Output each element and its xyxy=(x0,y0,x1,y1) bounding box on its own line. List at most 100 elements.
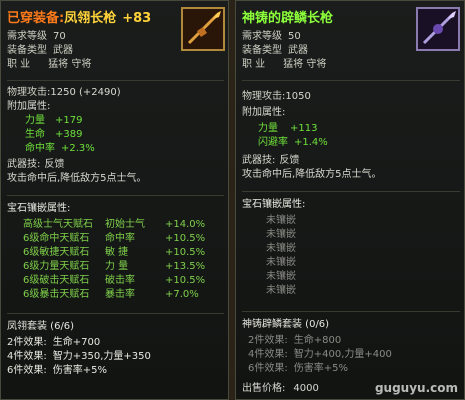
tooltip-text: 武器 xyxy=(288,45,308,56)
tooltip-row: 6件效果: 伤害率+5% xyxy=(248,363,348,375)
tooltip-row: 6级敏捷天赋石 敏 捷 +10.5% xyxy=(23,247,205,259)
tooltip-text: 力量 xyxy=(258,123,278,134)
tooltip-row: 生命 +389 xyxy=(25,129,82,141)
tooltip-text: 6级破击天赋石 xyxy=(23,275,90,286)
tooltip-text: 6级命中天赋石 xyxy=(23,233,90,244)
tooltip-text: 职 业 xyxy=(242,59,266,70)
tooltip-text: +1.4% xyxy=(294,137,328,148)
tooltip-text: 已穿装备: xyxy=(7,11,65,26)
tooltip-row: 物理攻击:1050 xyxy=(242,91,311,103)
tooltip-text: 未镶嵌 xyxy=(266,271,296,282)
tooltip-text: 4件效果: xyxy=(7,351,47,362)
tooltip-text: 未镶嵌 xyxy=(266,257,296,268)
tooltip-text: 伤害率+5% xyxy=(52,365,107,376)
tooltip-row: 武器技: 反馈 xyxy=(7,159,64,171)
tooltip-text: 出售价格: xyxy=(242,383,286,394)
tooltip-row: 职 业 猛将 守将 xyxy=(7,59,91,71)
watermark: guguyu.com xyxy=(374,381,458,395)
tooltip-text: 破击率 xyxy=(105,275,135,286)
tooltip-row: 力量 +179 xyxy=(25,115,82,127)
tooltip-text: 未镶嵌 xyxy=(266,243,296,254)
tooltip-text: 装备类型 xyxy=(242,45,282,56)
divider xyxy=(7,313,224,314)
tooltip-text: 武器技: xyxy=(7,159,41,170)
tooltip-text: 4000 xyxy=(293,383,319,394)
item-title: 已穿装备:凤翎长枪 +83 xyxy=(7,7,151,26)
equipped-item-tooltip: 已穿装备:凤翎长枪 +83 需求等级 70 装备类型 武器 职 业 猛将 守将 物理攻击… xyxy=(0,0,229,400)
tooltip-text: 攻击命中后,降低敌方5点士气。 xyxy=(7,173,147,184)
tooltip-text: 装备类型 xyxy=(7,45,47,56)
tooltip-text: 2件效果: xyxy=(7,337,47,348)
tooltip-row: 装备类型 武器 xyxy=(242,45,308,57)
tooltip-row: 物理攻击:1250 (+2490) xyxy=(7,87,121,99)
tooltip-text: 高级士气天赋石 xyxy=(23,219,93,230)
tooltip-row: 2件效果: 生命+800 xyxy=(248,335,341,347)
tooltip-text: 智力+400,力量+400 xyxy=(293,349,392,360)
tooltip-text: +7.0% xyxy=(165,289,199,300)
tooltip-text: 6级敏捷天赋石 xyxy=(23,247,90,258)
tooltip-text: 智力+350,力量+350 xyxy=(52,351,151,362)
tooltip-text: 凤翎套装 (6/6) xyxy=(7,321,75,332)
tooltip-row: 4件效果: 智力+350,力量+350 xyxy=(7,351,151,363)
tooltip-text: +179 xyxy=(55,115,83,126)
tooltip-row: 2件效果: 生命+700 xyxy=(7,337,100,349)
divider xyxy=(242,311,460,312)
tooltip-text: :1250 (+2490) xyxy=(47,87,121,98)
tooltip-text: 生命+700 xyxy=(52,337,101,348)
tooltip-text: 物理攻击 xyxy=(7,87,47,98)
tooltip-text: 未镶嵌 xyxy=(266,285,296,296)
tooltip-text: 附加属性: xyxy=(7,101,51,112)
tooltip-text: 职 业 xyxy=(7,59,31,70)
tooltip-text: 6级暴击天赋石 xyxy=(23,289,90,300)
tooltip-text: 2件效果: xyxy=(248,335,288,346)
tooltip-row: 需求等级 50 xyxy=(242,31,301,43)
compare-item-tooltip: 神铸的辟鳞长枪 需求等级 50 装备类型 武器 职 业 猛将 守将 物理攻击:1050… xyxy=(235,0,465,400)
tooltip-text: 生命 xyxy=(25,129,45,140)
tooltip-text: +83 xyxy=(122,11,152,26)
spear-icon xyxy=(416,7,460,51)
tooltip-text: +113 xyxy=(290,123,318,134)
tooltip-text: 武器 xyxy=(53,45,73,56)
tooltip-text: 暴击率 xyxy=(105,289,135,300)
tooltip-row: 需求等级 70 xyxy=(7,31,66,43)
tooltip-row: 6级暴击天赋石 暴击率 +7.0% xyxy=(23,289,199,301)
tooltip-text: 闪避率 xyxy=(258,137,288,148)
tooltip-text: 70 xyxy=(53,31,66,42)
tooltip-text: 生命+800 xyxy=(293,335,342,346)
tooltip-text: 6件效果: xyxy=(7,365,47,376)
tooltip-text: :1050 xyxy=(282,91,311,102)
tooltip-text: +13.5% xyxy=(165,261,206,272)
tooltip-text: 4件效果: xyxy=(248,349,288,360)
tooltip-text: 50 xyxy=(288,31,301,42)
tooltip-row: 职 业 猛将 守将 xyxy=(242,59,326,71)
tooltip-text: +389 xyxy=(55,129,83,140)
tooltip-text: +10.5% xyxy=(165,247,206,258)
tooltip-text: 6级力量天赋石 xyxy=(23,261,90,272)
tooltip-text: +2.3% xyxy=(61,143,95,154)
tooltip-text: +10.5% xyxy=(165,275,206,286)
divider xyxy=(7,80,224,81)
tooltip-row: 6级命中天赋石 命中率 +10.5% xyxy=(23,233,205,245)
spear-icon xyxy=(181,7,225,51)
tooltip-row: 武器技: 反馈 xyxy=(242,155,299,167)
tooltip-text: 猛将 守将 xyxy=(283,59,327,70)
item-title: 神铸的辟鳞长枪 xyxy=(242,7,333,26)
tooltip-text: 猛将 守将 xyxy=(48,59,92,70)
tooltip-text: 宝石镶嵌属性: xyxy=(242,199,306,210)
tooltip-row: 6件效果: 伤害率+5% xyxy=(7,365,107,377)
tooltip-text: 附加属性: xyxy=(242,107,286,118)
tooltip-text: 神铸的辟鳞长枪 xyxy=(242,11,334,26)
tooltip-text: 武器技: xyxy=(242,155,276,166)
tooltip-text: 敏 捷 xyxy=(105,247,129,258)
tooltip-text: 6件效果: xyxy=(248,363,288,374)
tooltip-text: 需求等级 xyxy=(7,31,47,42)
tooltip-text: 命中率 xyxy=(105,233,135,244)
divider xyxy=(242,80,460,81)
tooltip-row: 高级士气天赋石 初始士气 +14.0% xyxy=(23,219,205,231)
tooltip-row: 6级破击天赋石 破击率 +10.5% xyxy=(23,275,205,287)
tooltip-row: 装备类型 武器 xyxy=(7,45,73,57)
tooltip-row: 4件效果: 智力+400,力量+400 xyxy=(248,349,392,361)
tooltip-text: 初始士气 xyxy=(105,219,145,230)
divider xyxy=(242,191,460,192)
divider xyxy=(7,195,224,196)
